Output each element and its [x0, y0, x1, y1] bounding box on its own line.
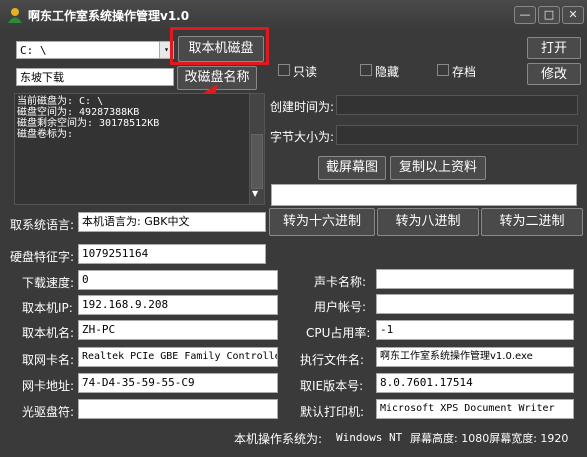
system-language-field[interactable]: 本机语言为: GBK中文 [78, 212, 266, 232]
readonly-label: 只读 [293, 65, 318, 79]
readonly-checkbox[interactable] [278, 64, 290, 76]
ie-version-label: 取IE版本号: [300, 379, 364, 393]
local-ip-label: 取本机IP: [22, 301, 73, 315]
os-value: Windows NT [336, 431, 403, 444]
copy-info-button[interactable]: 复制以上资料 [390, 156, 486, 180]
local-name-field[interactable]: ZH-PC [78, 320, 278, 340]
created-time-field [336, 95, 578, 115]
download-speed-field[interactable]: 0 [78, 270, 278, 290]
size-label: 字节大小为: [270, 130, 335, 144]
sound-card-label: 声卡名称: [314, 275, 367, 289]
disk-space-text: 磁盘空间为: 49287388KB [17, 107, 140, 118]
open-button[interactable]: 打开 [527, 37, 581, 59]
result-input[interactable] [271, 184, 577, 206]
screenshot-button[interactable]: 截屏幕图 [318, 156, 386, 180]
disk-label-input[interactable]: 东坡下载 [16, 68, 174, 86]
drive-select[interactable]: C: \ ▾ [16, 41, 174, 59]
window-title: 啊东工作室系统操作管理v1.0 [28, 9, 190, 23]
scroll-down-icon[interactable]: ▼ [252, 189, 258, 198]
mac-address-field[interactable]: 74-D4-35-59-55-C9 [78, 373, 278, 393]
hidden-checkbox[interactable] [360, 64, 372, 76]
minimize-button[interactable]: — [514, 6, 536, 24]
user-account-field[interactable] [376, 294, 574, 314]
cpu-usage-label: CPU占用率: [306, 326, 371, 340]
to-hex-button[interactable]: 转为十六进制 [269, 208, 375, 236]
mac-address-label: 网卡地址: [22, 379, 75, 393]
highlight-box [170, 27, 269, 65]
exe-name-field[interactable]: 啊东工作室系统操作管理v1.0.exe [376, 347, 574, 367]
os-label: 本机操作系统为: [234, 432, 323, 446]
app-user-icon [8, 8, 22, 23]
cdrom-label: 光驱盘符: [22, 405, 75, 419]
disk-info-panel: 当前磁盘为: C: \ 磁盘空间为: 49287388KB 磁盘剩余空间为: 3… [14, 93, 265, 205]
cpu-usage-field[interactable]: -1 [376, 320, 574, 340]
maximize-button[interactable]: □ [538, 6, 560, 24]
disk-serial-label: 硬盘特征字: [10, 250, 75, 264]
sound-card-field[interactable] [376, 269, 574, 289]
vertical-scrollbar[interactable]: ▼ [249, 94, 264, 204]
current-disk-text: 当前磁盘为: C: \ [17, 96, 104, 107]
exe-name-label: 执行文件名: [300, 353, 365, 367]
close-button[interactable]: ✕ [562, 6, 584, 24]
system-language-label: 取系统语言: [10, 218, 75, 232]
disk-serial-field[interactable]: 1079251164 [78, 244, 266, 264]
archive-checkbox[interactable] [437, 64, 449, 76]
default-printer-label: 默认打印机: [300, 405, 365, 419]
scrollbar-thumb[interactable] [251, 134, 263, 189]
nic-name-field[interactable]: Realtek PCIe GBE Family Controller [78, 347, 278, 367]
nic-name-label: 取网卡名: [22, 353, 75, 367]
disk-label-text: 磁盘卷标为: [17, 129, 74, 140]
archive-label: 存档 [452, 65, 477, 79]
size-field [336, 125, 578, 145]
default-printer-field[interactable]: Microsoft XPS Document Writer [376, 399, 574, 419]
cdrom-field[interactable] [78, 399, 278, 419]
local-ip-field[interactable]: 192.168.9.208 [78, 295, 278, 315]
ie-version-field[interactable]: 8.0.7601.17514 [376, 373, 574, 393]
disk-free-text: 磁盘剩余空间为: 30178512KB [17, 118, 160, 129]
hidden-label: 隐藏 [375, 65, 400, 79]
download-speed-label: 下载速度: [22, 276, 75, 290]
created-time-label: 创建时间为: [270, 100, 335, 114]
to-octal-button[interactable]: 转为八进制 [377, 208, 479, 236]
drive-select-value: C: \ [20, 44, 47, 57]
user-account-label: 用户帐号: [314, 300, 367, 314]
local-name-label: 取本机名: [22, 326, 75, 340]
to-binary-button[interactable]: 转为二进制 [481, 208, 583, 236]
screen-resolution-text: 屏幕高度: 1080屏幕宽度: 1920 [410, 432, 569, 445]
modify-button[interactable]: 修改 [527, 63, 581, 85]
title-bar: 啊东工作室系统操作管理v1.0 — □ ✕ [0, 0, 587, 30]
